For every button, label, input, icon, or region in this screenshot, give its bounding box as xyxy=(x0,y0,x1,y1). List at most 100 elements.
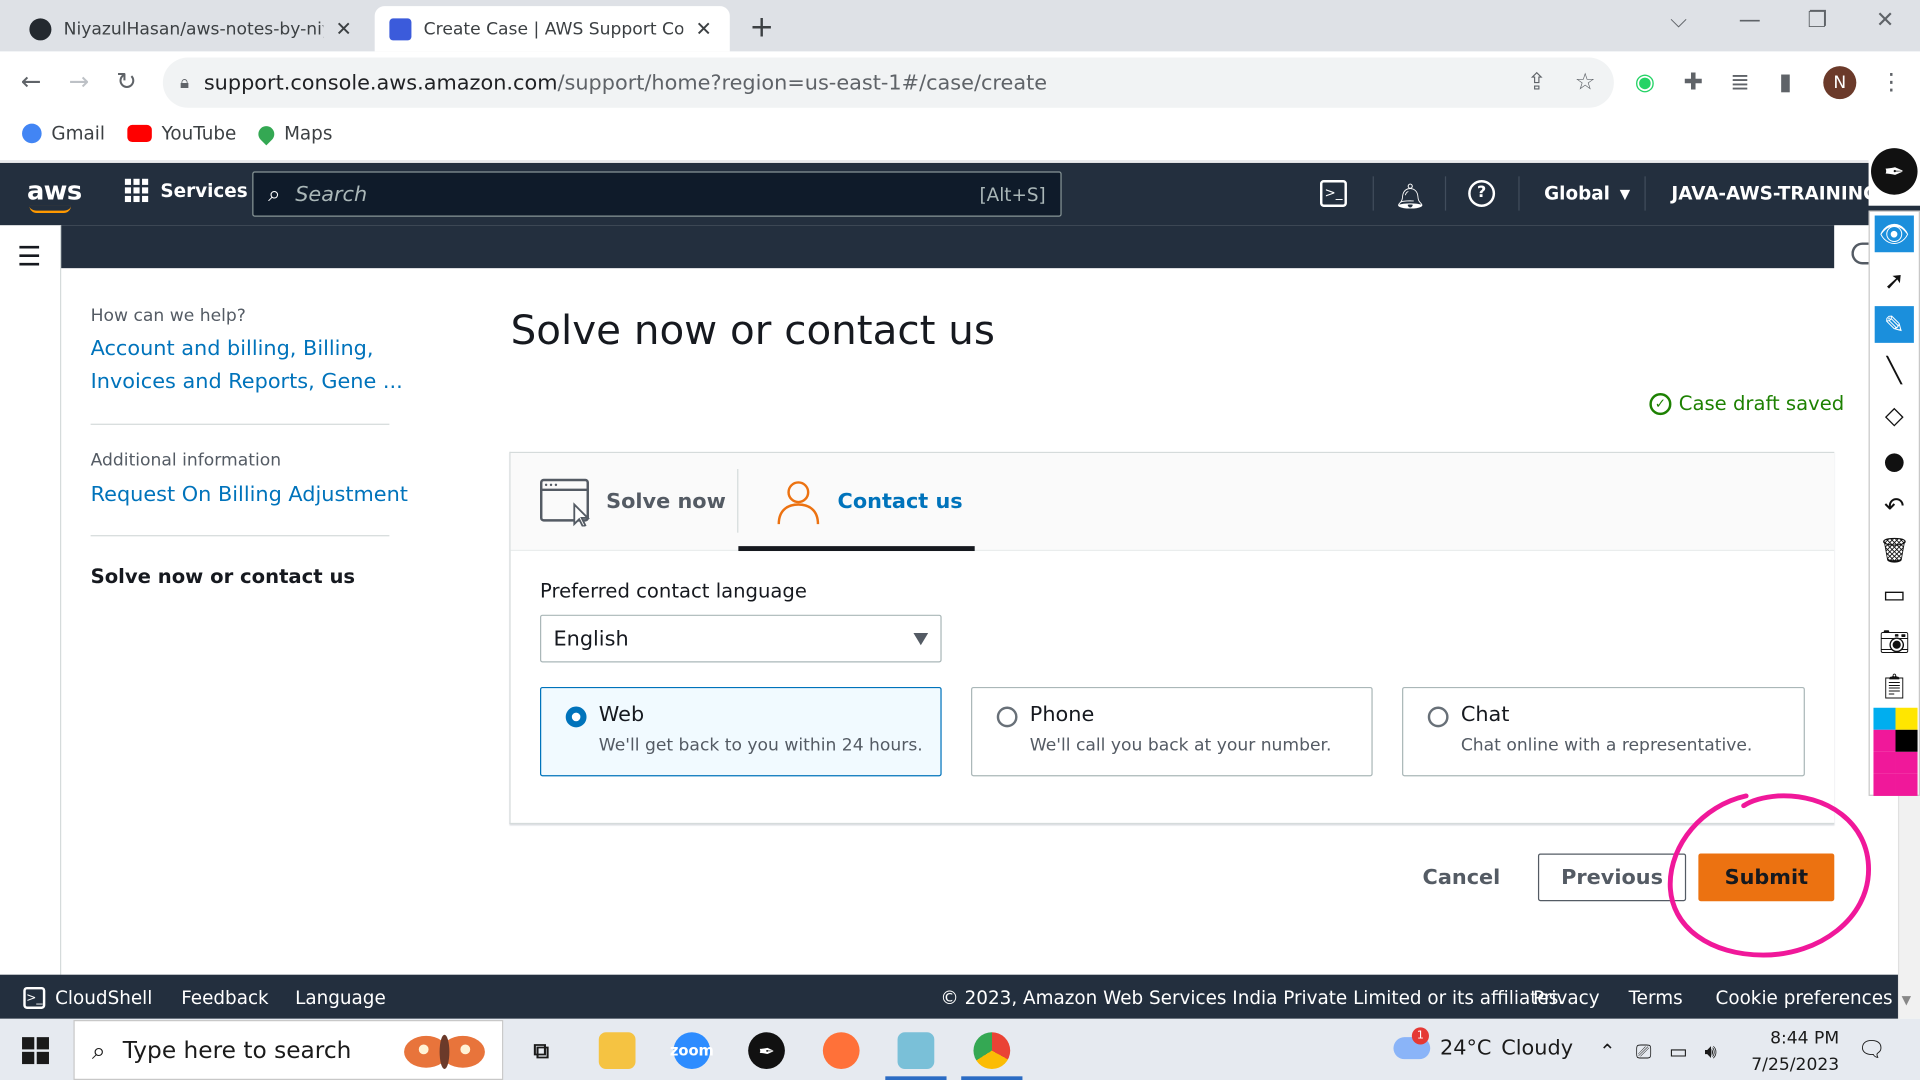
services-menu-button[interactable]: Services xyxy=(124,178,248,203)
tab-contact-us[interactable]: Contact us xyxy=(774,468,963,537)
whiteboard-icon[interactable]: ▭ xyxy=(1875,576,1914,613)
cancel-button[interactable]: Cancel xyxy=(1397,853,1526,901)
console-search-input[interactable] xyxy=(295,181,965,207)
nav-divider xyxy=(1518,176,1520,211)
chrome-icon[interactable] xyxy=(973,1032,1011,1069)
step2-link[interactable]: Request On Billing Adjustment xyxy=(91,479,408,512)
tab-search-chevron-icon[interactable]: ⌵ xyxy=(1670,7,1687,33)
brush-size-icon[interactable]: ● xyxy=(1875,442,1914,479)
close-tab-icon[interactable]: ✕ xyxy=(336,17,352,40)
undo-icon[interactable]: ↶ xyxy=(1875,487,1914,524)
firefox-icon[interactable] xyxy=(822,1032,860,1069)
person-icon xyxy=(777,481,820,525)
footer-privacy[interactable]: Privacy xyxy=(1533,987,1600,1009)
minimize-window-icon[interactable]: — xyxy=(1739,7,1761,33)
new-tab-icon[interactable]: + xyxy=(749,10,774,44)
step2-caption: Additional information xyxy=(90,450,282,471)
scroll-down-arrow-icon[interactable]: ▼ xyxy=(1902,994,1911,1007)
windows-start-icon[interactable] xyxy=(22,1037,49,1065)
bookmark-maps[interactable]: Maps xyxy=(255,122,332,145)
battery-icon[interactable]: ▭ xyxy=(1669,1040,1688,1063)
system-clock[interactable]: 8:44 PM 7/25/2023 xyxy=(1736,1025,1839,1079)
weather-condition: Cloudy xyxy=(1501,1035,1574,1061)
show-hidden-icons-chevron-icon[interactable]: ⌃ xyxy=(1599,1040,1615,1063)
footer-feedback[interactable]: Feedback xyxy=(181,987,268,1009)
bookmark-star-icon[interactable]: ☆ xyxy=(1575,69,1596,96)
footer-terms[interactable]: Terms xyxy=(1629,987,1683,1009)
restore-window-icon[interactable]: ❐ xyxy=(1807,7,1827,33)
annotation-app-icon[interactable]: ✒ xyxy=(1871,148,1918,195)
address-bar[interactable]: 🔒︎ support.console.aws.amazon.com/suppor… xyxy=(162,57,1614,108)
media-control-icon[interactable]: ≣ xyxy=(1730,69,1749,96)
aws-logo[interactable]: aws xyxy=(27,176,82,205)
pink-annotation-circle xyxy=(1667,793,1872,958)
region-selector[interactable]: Global ▼ xyxy=(1544,182,1630,204)
option-description: We'll call you back at your number. xyxy=(1029,735,1332,756)
footer-cookie-preferences[interactable]: Cookie preferences xyxy=(1716,987,1893,1009)
contact-option-web[interactable]: Web We'll get back to you within 24 hour… xyxy=(540,686,942,777)
profile-avatar[interactable]: N xyxy=(1823,66,1857,100)
trash-icon[interactable]: 🗑︎ xyxy=(1875,531,1914,568)
running-indicator xyxy=(961,1076,1023,1080)
console-search[interactable]: ⌕ [Alt+S] xyxy=(252,171,1062,217)
close-tab-icon[interactable]: ✕ xyxy=(696,17,712,40)
close-window-icon[interactable]: ✕ xyxy=(1876,7,1894,33)
previous-button[interactable]: Previous xyxy=(1537,853,1687,902)
weather-widget[interactable]: 1 24°C Cloudy xyxy=(1393,1027,1574,1061)
step1-link[interactable]: Account and billing, Billing, Invoices a… xyxy=(91,333,403,399)
back-icon[interactable]: ← xyxy=(21,66,42,95)
browser-tab-github[interactable]: NiyazulHasan/aws-notes-by-niya ✕ xyxy=(15,6,368,51)
radio-icon[interactable] xyxy=(996,706,1018,728)
option-title: Phone xyxy=(1029,702,1095,728)
url-path: /support/home?region=us-east-1#/case/cre… xyxy=(557,70,1048,95)
volume-icon[interactable]: 🔊︎ xyxy=(1704,1040,1716,1064)
clock-date: 7/25/2023 xyxy=(1751,1055,1840,1076)
notifications-bell-icon[interactable]: 🔔︎ xyxy=(1395,181,1426,210)
contact-option-phone[interactable]: Phone We'll call you back at your number… xyxy=(971,686,1373,777)
footer-cloudshell[interactable]: >_ CloudShell xyxy=(23,986,153,1009)
extensions-puzzle-icon[interactable]: ✚ xyxy=(1684,69,1703,96)
camera-icon[interactable]: 📷︎ xyxy=(1875,623,1914,660)
weather-badge: 1 xyxy=(1411,1027,1429,1045)
eye-icon[interactable]: 👁︎ xyxy=(1874,215,1914,253)
forward-icon[interactable]: → xyxy=(69,66,90,95)
pen-icon[interactable]: ╲ xyxy=(1875,351,1914,388)
color-palette[interactable] xyxy=(1873,707,1918,796)
cloud-weather-icon: 1 xyxy=(1393,1027,1431,1060)
pointer-icon[interactable]: ➚ xyxy=(1875,262,1914,299)
clipboard-icon[interactable]: 📋︎ xyxy=(1875,667,1914,704)
active-tab-indicator xyxy=(738,546,975,552)
notification-center-icon[interactable]: 🗨︎ xyxy=(1858,1037,1886,1063)
eraser-icon[interactable]: ◇ xyxy=(1875,397,1914,434)
browser-tab-aws-support[interactable]: Create Case | AWS Support Cons ✕ xyxy=(374,6,730,52)
footer-language[interactable]: Language xyxy=(295,987,386,1009)
zoom-icon[interactable]: zoom xyxy=(670,1032,714,1069)
cloudshell-icon[interactable]: >_ xyxy=(1320,180,1347,207)
account-menu[interactable]: JAVA-AWS-TRAINING ▼ xyxy=(1671,182,1898,204)
reload-icon[interactable]: ↻ xyxy=(116,66,137,95)
language-select[interactable]: English xyxy=(540,614,942,663)
radio-selected-icon[interactable] xyxy=(565,706,587,728)
option-title: Chat xyxy=(1460,702,1510,728)
browser-menu-icon[interactable]: ⋮ xyxy=(1880,69,1903,96)
share-icon[interactable]: ⇪ xyxy=(1527,69,1546,96)
footer-cloudshell-label: CloudShell xyxy=(55,986,153,1009)
bookmark-gmail[interactable]: Gmail xyxy=(22,122,105,144)
file-explorer-icon[interactable] xyxy=(598,1032,636,1069)
bookmark-youtube[interactable]: YouTube xyxy=(127,122,236,144)
task-view-icon[interactable]: ⧉ xyxy=(523,1032,560,1069)
hamburger-menu-icon[interactable]: ☰ xyxy=(17,242,41,273)
radio-icon[interactable] xyxy=(1427,706,1449,728)
side-panel-icon[interactable]: ▮ xyxy=(1779,69,1792,96)
search-highlight-moth-icon xyxy=(404,1034,485,1069)
step1-link-line2: Invoices and Reports, Gene ... xyxy=(90,369,403,395)
annotation-pen-app-icon[interactable]: ✒ xyxy=(748,1032,785,1069)
running-indicator xyxy=(885,1076,947,1080)
notepad-app-icon[interactable] xyxy=(897,1032,935,1069)
whatsapp-extension-icon[interactable]: ◉ xyxy=(1635,69,1655,96)
highlighter-icon[interactable]: ✎ xyxy=(1874,306,1914,343)
meet-now-icon[interactable]: ⎚ xyxy=(1636,1040,1652,1064)
help-icon[interactable]: ? xyxy=(1468,180,1496,207)
contact-option-chat[interactable]: Chat Chat online with a representative. xyxy=(1402,686,1805,777)
tab-solve-now[interactable]: Solve now xyxy=(540,468,726,537)
